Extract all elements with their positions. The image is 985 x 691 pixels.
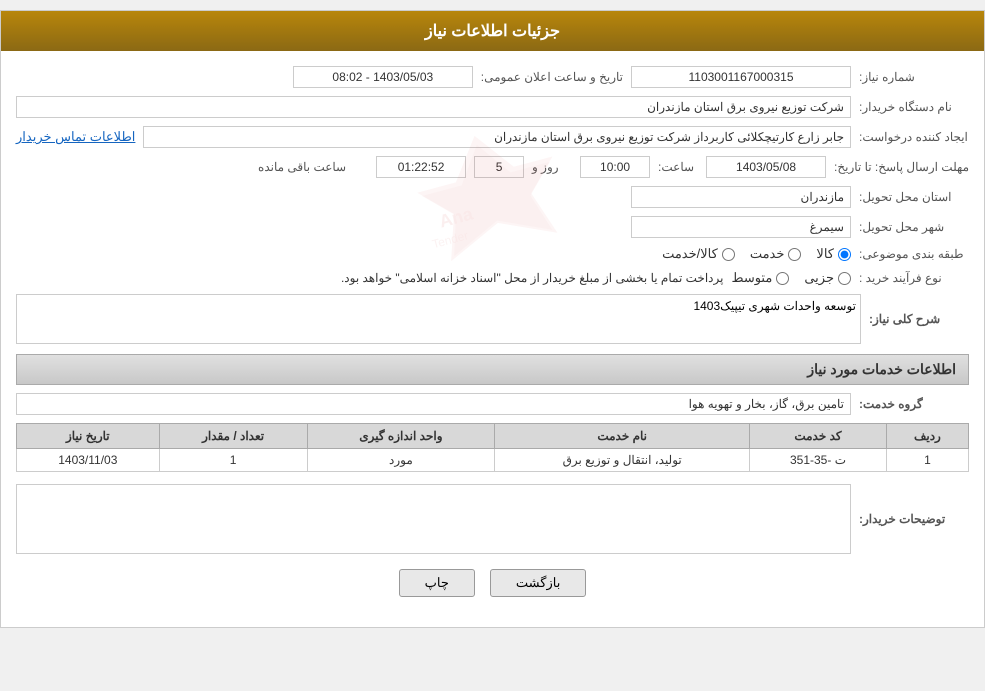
- creator-row: ایجاد کننده درخواست: جابر زارع کارتیچکلا…: [16, 126, 969, 148]
- cell-quantity: 1: [159, 449, 307, 472]
- purchase-type-jozii: جزیی: [804, 270, 851, 286]
- creator-link[interactable]: اطلاعات تماس خریدار: [16, 129, 135, 145]
- creator-value: جابر زارع کارتیچکلائی کاربرداز شرکت توزی…: [143, 126, 851, 148]
- province-value: مازندران: [631, 186, 851, 208]
- province-row: استان محل تحویل: مازندران: [16, 186, 969, 208]
- general-description-label: شرح کلی نیاز:: [869, 312, 969, 326]
- purchase-type-radio-jozii[interactable]: [838, 272, 851, 285]
- page-header: جزئیات اطلاعات نیاز: [1, 11, 984, 51]
- deadline-time-label: ساعت:: [658, 160, 698, 174]
- category-option-kala: کالا: [816, 246, 851, 262]
- buyer-row: نام دستگاه خریدار: شرکت توزیع نیروی برق …: [16, 96, 969, 118]
- category-radio-kala[interactable]: [838, 248, 851, 261]
- category-label-kala: کالا: [816, 246, 834, 262]
- service-group-row: گروه خدمت: تامین برق، گاز، بخار و تهویه …: [16, 393, 969, 415]
- services-table-header-row: ردیف کد خدمت نام خدمت واحد اندازه گیری ت…: [17, 424, 969, 449]
- category-label-khedmat: خدمت: [750, 246, 785, 262]
- page-container: جزئیات اطلاعات نیاز Ana Tender شماره نیا…: [0, 10, 985, 628]
- cell-service-name: تولید، انتقال و توزیع برق: [495, 449, 750, 472]
- cell-row-num: 1: [886, 449, 968, 472]
- purchase-type-row: نوع فرآیند خرید : جزیی متوسط پرداخت تمام…: [16, 270, 969, 286]
- category-radio-khedmat[interactable]: [788, 248, 801, 261]
- service-group-value: تامین برق، گاز، بخار و تهویه هوا: [16, 393, 851, 415]
- buttons-row: بازگشت چاپ: [16, 569, 969, 597]
- request-number-label: شماره نیاز:: [859, 70, 969, 84]
- request-number-row: شماره نیاز: 1103001167000315 تاریخ و ساع…: [16, 66, 969, 88]
- back-button[interactable]: بازگشت: [490, 569, 586, 597]
- category-option-khedmat: خدمت: [750, 246, 802, 262]
- purchase-type-mottavasset: متوسط: [731, 270, 789, 286]
- deadline-days: 5: [474, 156, 524, 178]
- page-title: جزئیات اطلاعات نیاز: [425, 23, 560, 40]
- category-radio-both[interactable]: [722, 248, 735, 261]
- province-label: استان محل تحویل:: [859, 190, 969, 204]
- col-service-name: نام خدمت: [495, 424, 750, 449]
- deadline-row: مهلت ارسال پاسخ: تا تاریخ: 1403/05/08 سا…: [16, 156, 969, 178]
- cell-date: 1403/11/03: [17, 449, 160, 472]
- services-table-body: 1 ت -35-351 تولید، انتقال و توزیع برق مو…: [17, 449, 969, 472]
- announcement-label: تاریخ و ساعت اعلان عمومی:: [481, 70, 623, 84]
- deadline-label: مهلت ارسال پاسخ: تا تاریخ:: [834, 160, 969, 174]
- general-description-row: شرح کلی نیاز: توسعه واحدات شهری تیپیک140…: [16, 294, 969, 344]
- creator-label: ایجاد کننده درخواست:: [859, 130, 969, 144]
- cell-service-code: ت -35-351: [750, 449, 887, 472]
- category-option-both: کالا/خدمت: [662, 246, 735, 262]
- city-label: شهر محل تحویل:: [859, 220, 969, 234]
- city-row: شهر محل تحویل: سیمرغ: [16, 216, 969, 238]
- services-table-head: ردیف کد خدمت نام خدمت واحد اندازه گیری ت…: [17, 424, 969, 449]
- deadline-days-label: روز و: [532, 160, 572, 174]
- services-section-header: اطلاعات خدمات مورد نیاز: [16, 354, 969, 385]
- category-radio-group: کالا خدمت کالا/خدمت: [662, 246, 851, 262]
- deadline-time: 10:00: [580, 156, 650, 178]
- request-number-value: 1103001167000315: [631, 66, 851, 88]
- purchase-note: پرداخت تمام یا بخشی از مبلغ خریدار از مح…: [341, 271, 724, 285]
- print-button[interactable]: چاپ: [399, 569, 475, 597]
- buyer-value: شرکت توزیع نیروی برق استان مازندران: [16, 96, 851, 118]
- purchase-type-label-jozii: جزیی: [804, 270, 834, 286]
- purchase-type-label: نوع فرآیند خرید :: [859, 271, 969, 285]
- purchase-type-radio-mottavasset[interactable]: [776, 272, 789, 285]
- deadline-date: 1403/05/08: [706, 156, 826, 178]
- category-label-both: کالا/خدمت: [662, 246, 718, 262]
- deadline-remaining: 01:22:52: [376, 156, 466, 178]
- col-service-code: کد خدمت: [750, 424, 887, 449]
- buyer-description-label: توضیحات خریدار:: [859, 512, 969, 526]
- col-row-num: ردیف: [886, 424, 968, 449]
- content-area: Ana Tender شماره نیاز: 1103001167000315 …: [1, 51, 984, 627]
- buyer-label: نام دستگاه خریدار:: [859, 100, 969, 114]
- col-quantity: تعداد / مقدار: [159, 424, 307, 449]
- services-table: ردیف کد خدمت نام خدمت واحد اندازه گیری ت…: [16, 423, 969, 472]
- deadline-remaining-label: ساعت باقی مانده: [258, 160, 368, 174]
- table-row: 1 ت -35-351 تولید، انتقال و توزیع برق مو…: [17, 449, 969, 472]
- announcement-value: 1403/05/03 - 08:02: [293, 66, 473, 88]
- detail-section: Ana Tender شماره نیاز: 1103001167000315 …: [16, 66, 969, 344]
- buyer-description-row: توضیحات خریدار:: [16, 484, 969, 554]
- city-value: سیمرغ: [631, 216, 851, 238]
- service-group-label: گروه خدمت:: [859, 397, 969, 411]
- category-row: طبقه بندی موضوعی: کالا خدمت کالا/خدمت: [16, 246, 969, 262]
- category-label: طبقه بندی موضوعی:: [859, 247, 969, 261]
- cell-unit: مورد: [307, 449, 495, 472]
- purchase-type-label-mottavasset: متوسط: [731, 270, 772, 286]
- col-date: تاریخ نیاز: [17, 424, 160, 449]
- col-unit: واحد اندازه گیری: [307, 424, 495, 449]
- general-description-textarea[interactable]: توسعه واحدات شهری تیپیک1403: [16, 294, 861, 344]
- buyer-description-textarea[interactable]: [16, 484, 851, 554]
- purchase-type-radio-group: جزیی متوسط: [731, 270, 851, 286]
